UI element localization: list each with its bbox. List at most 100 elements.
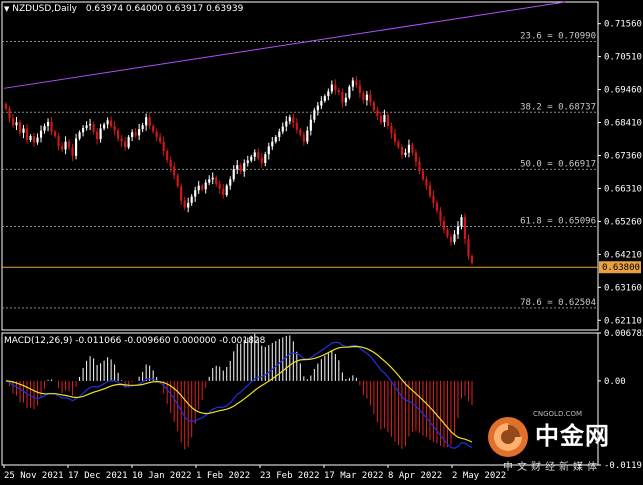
candle [358, 79, 361, 98]
chart-window: 23.6 = 0.70990 38.2 = 0.68737 50.0 = 0.669… [0, 0, 643, 485]
fib-level-label: 23.6 = 0.70990 [520, 32, 596, 42]
candle [120, 134, 123, 147]
collapse-triangle-icon[interactable]: ▼ [4, 5, 9, 13]
candle [187, 197, 190, 213]
macd-label: MACD(12,26,9) -0.011066 -0.009660 0.0000… [4, 336, 266, 346]
candle [138, 123, 141, 141]
candle [92, 121, 95, 135]
candle [302, 131, 305, 146]
candle [208, 175, 211, 185]
candle [292, 113, 295, 129]
candle [173, 162, 176, 180]
candle [225, 183, 228, 197]
candle [463, 213, 467, 245]
candle [316, 102, 319, 116]
candle [85, 121, 88, 131]
time-axis: 25 Nov 2021 17 Dec 2021 10 Jan 2022 1 Feb 2… [3, 465, 506, 481]
macd-histogram [9, 333, 473, 450]
candle [257, 148, 260, 161]
time-tick-label: 17 Mar 2022 [324, 471, 384, 481]
candle [271, 136, 274, 150]
candle [470, 254, 474, 265]
candle [222, 184, 225, 199]
candle [390, 122, 393, 139]
candle [428, 181, 432, 199]
candle [176, 173, 179, 189]
candle [414, 149, 418, 168]
watermark-brand: 中金网 [535, 422, 610, 450]
candle [53, 129, 57, 138]
candle [348, 84, 351, 100]
candle [127, 135, 130, 150]
candle [32, 133, 36, 147]
price-tick-label: 0.68410 [604, 119, 642, 129]
candle [110, 116, 113, 129]
candle [18, 119, 22, 136]
candle [330, 80, 333, 94]
candle [320, 96, 323, 110]
candle [29, 134, 32, 142]
candle [344, 93, 347, 107]
candle [397, 139, 400, 150]
symbol-label: NZDUSD,Daily [12, 4, 77, 14]
candle [64, 136, 67, 155]
candle [393, 128, 397, 146]
candle [362, 90, 365, 104]
candle [379, 111, 382, 125]
candle [36, 133, 39, 145]
candle [99, 123, 102, 143]
candle [446, 227, 449, 239]
candle [141, 122, 144, 133]
candle [400, 144, 404, 160]
candle [124, 136, 127, 151]
candle [131, 129, 134, 142]
candle [81, 125, 85, 137]
candle [113, 120, 116, 136]
candle [278, 128, 281, 142]
candle [351, 77, 354, 91]
price-panel-border [1, 1, 599, 331]
candle [432, 190, 435, 208]
candle [103, 122, 106, 131]
candle [197, 180, 200, 194]
candlestick-series [4, 76, 474, 265]
time-tick-label: 8 Apr 2022 [388, 471, 442, 481]
candle [71, 143, 74, 162]
ohlc-readout: 0.63974 0.64000 0.63917 0.63939 [85, 4, 244, 14]
time-tick-label: 25 Nov 2021 [4, 471, 64, 481]
candle [166, 148, 169, 163]
price-tick-label: 0.67360 [604, 151, 642, 161]
candle [372, 100, 375, 113]
candle [288, 114, 291, 125]
candle [407, 139, 411, 158]
candle [309, 114, 312, 136]
candle [341, 88, 344, 108]
candle [46, 118, 50, 132]
candle [418, 157, 421, 175]
time-tick-label: 23 Feb 2022 [260, 471, 320, 481]
candle [57, 133, 60, 151]
candle [152, 124, 155, 134]
candle [253, 149, 256, 161]
candle [355, 76, 358, 88]
watermark: CNGOLD.COM 中金网 中文财经新媒体 [485, 410, 635, 473]
candle [218, 180, 221, 195]
candle [264, 151, 267, 167]
fib-level-label: 61.8 = 0.65096 [520, 217, 596, 227]
candle [334, 79, 337, 95]
candle [313, 107, 316, 123]
fibonacci-levels: 23.6 = 0.70990 38.2 = 0.68737 50.0 = 0.669… [2, 32, 598, 309]
chart-frame [1, 1, 599, 466]
candle [246, 155, 249, 167]
candle [453, 230, 456, 245]
candle [8, 105, 11, 123]
price-tick-label: 0.64210 [604, 250, 642, 260]
price-axis: 0.71560 0.70510 0.69460 0.68410 0.67360 0.663… [598, 20, 642, 326]
watermark-tagline: 中文财经新媒体 [503, 462, 601, 473]
candle [274, 135, 277, 144]
price-tick-label: 0.69460 [604, 86, 642, 96]
candle [239, 162, 242, 175]
candle [295, 118, 298, 134]
candle [449, 233, 453, 247]
current-price-label: 0.63800 [602, 263, 640, 273]
